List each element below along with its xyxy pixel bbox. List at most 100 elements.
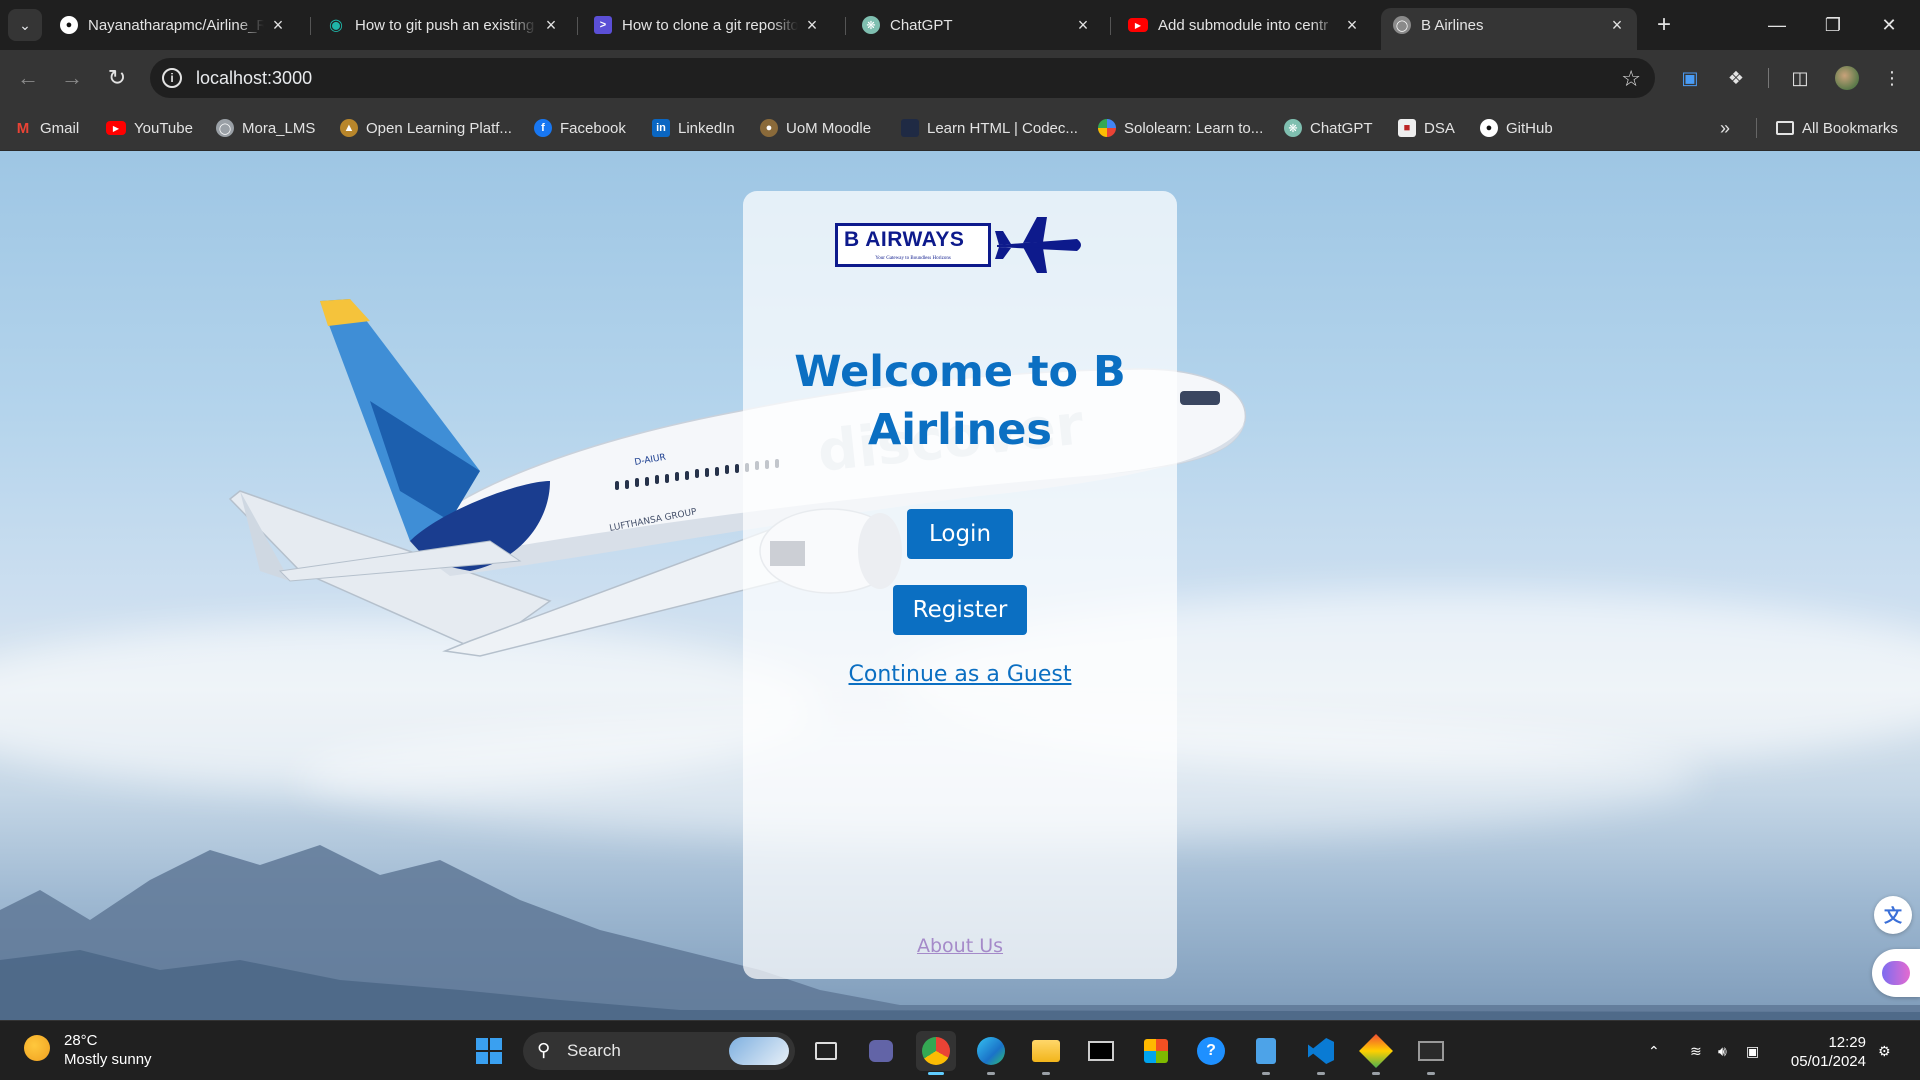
volume-icon[interactable]: 🔊︎ (1718, 1021, 1727, 1080)
taskbar-edge[interactable] (971, 1031, 1011, 1075)
tab-github-airline[interactable]: ● Nayanatharapmc/Airline_R × (48, 8, 298, 42)
minimize-icon: — (1768, 14, 1786, 35)
chevron-double-right-icon: » (1720, 117, 1731, 138)
translate-extension-button[interactable]: 文 (1874, 896, 1912, 934)
close-icon[interactable]: × (804, 15, 820, 36)
arrow-left-icon: ← (17, 65, 39, 90)
edge-icon (977, 1037, 1005, 1065)
linkedin-icon: in (652, 119, 670, 137)
taskbar-git-gui[interactable] (1356, 1031, 1396, 1075)
bookmark-github[interactable]: ● GitHub (1480, 116, 1553, 140)
close-icon[interactable]: × (270, 15, 286, 36)
running-indicator (1042, 1072, 1050, 1075)
search-icon: ⚲ (537, 1040, 551, 1060)
taskbar-vscode[interactable] (1301, 1031, 1341, 1075)
bookmark-mora-lms[interactable]: ◯ Mora_LMS (216, 116, 315, 140)
bookmark-star-icon[interactable]: ☆ (1621, 66, 1641, 92)
login-button[interactable]: Login (907, 509, 1013, 559)
task-view-button[interactable] (806, 1031, 846, 1071)
notification-bell-icon: ⚙ (1878, 1042, 1891, 1059)
register-button[interactable]: Register (893, 585, 1027, 635)
bookmark-open-learning[interactable]: ▲ Open Learning Platf... (340, 116, 512, 140)
site-info-icon[interactable]: i (162, 68, 182, 88)
clock-time: 12:29 (1828, 1034, 1866, 1051)
taskbar-teams[interactable] (861, 1031, 901, 1071)
moodle-icon: ● (760, 119, 778, 137)
bookmark-gmail[interactable]: M Gmail (14, 116, 79, 140)
restore-button[interactable]: ❐ (1810, 8, 1856, 42)
taskbar-chrome[interactable] (916, 1031, 956, 1075)
all-bookmarks-label: All Bookmarks (1802, 119, 1898, 137)
avatar (1835, 66, 1859, 90)
forward-button[interactable]: → (58, 64, 86, 92)
bookmark-facebook[interactable]: f Facebook (534, 116, 626, 140)
bookmark-dsa[interactable]: ■ DSA (1398, 116, 1455, 140)
bookmark-label: Open Learning Platf... (366, 119, 512, 137)
taskbar-file-explorer[interactable] (1026, 1031, 1066, 1075)
bookmark-label: LinkedIn (678, 119, 735, 137)
close-window-button[interactable]: ✕ (1866, 8, 1912, 42)
browser-toolbar: ← → ↻ i localhost:3000 ☆ ▣ ❖ ◫ ⋮ (0, 50, 1920, 106)
taskbar-store[interactable] (1136, 1031, 1176, 1071)
search-highlight-image (729, 1037, 789, 1065)
more-bookmarks-button[interactable]: » (1720, 116, 1730, 140)
task-view-icon (815, 1042, 837, 1060)
reload-icon: ↻ (107, 65, 127, 90)
folder-icon (1776, 121, 1794, 135)
minimize-button[interactable]: — (1754, 8, 1800, 42)
taskbar-get-help[interactable]: ? (1191, 1031, 1231, 1071)
bookmark-uom-moodle[interactable]: ● UoM Moodle (760, 116, 871, 140)
ai-assistant-extension-button[interactable] (1872, 949, 1920, 997)
bookmark-youtube[interactable]: ▶ YouTube (106, 116, 193, 140)
chatgpt-icon: ❋ (1284, 119, 1302, 137)
reload-button[interactable]: ↻ (103, 64, 131, 92)
about-us-link[interactable]: About Us (743, 935, 1177, 957)
screenshot-extension-icon[interactable]: ▣ (1678, 66, 1702, 90)
running-indicator (928, 1072, 944, 1075)
wifi-icon[interactable]: ≋ (1690, 1021, 1702, 1080)
tab-submodule[interactable]: ▶ Add submodule into centr × (1116, 8, 1372, 42)
taskbar-console[interactable] (1411, 1031, 1451, 1075)
address-bar[interactable]: i localhost:3000 ☆ (150, 58, 1655, 98)
github-icon: ● (1480, 119, 1498, 137)
new-tab-button[interactable]: + (1651, 11, 1677, 38)
extensions-icon[interactable]: ❖ (1724, 66, 1748, 90)
taskbar-terminal[interactable] (1081, 1031, 1121, 1071)
close-icon[interactable]: × (1344, 15, 1360, 36)
start-button[interactable] (469, 1031, 509, 1071)
tab-git-clone[interactable]: > How to clone a git reposito × (582, 8, 832, 42)
taskbar-notepad[interactable] (1246, 1031, 1286, 1075)
tab-title: How to git push an existing (355, 16, 535, 34)
taskbar-search[interactable]: ⚲ Search (523, 1032, 795, 1070)
back-button[interactable]: ← (14, 64, 42, 92)
bookmark-codecademy[interactable]: Learn HTML | Codec... (901, 116, 1078, 140)
close-icon[interactable]: × (543, 15, 559, 36)
close-icon[interactable]: × (1609, 15, 1625, 36)
github-icon: ● (60, 16, 78, 34)
tab-chatgpt[interactable]: ❋ ChatGPT × (850, 8, 1103, 42)
taskbar-clock[interactable]: 12:29 05/01/2024 (1791, 1033, 1866, 1071)
weather-widget[interactable]: 28°C Mostly sunny (24, 1031, 152, 1069)
tab-separator (577, 17, 578, 35)
notepad-icon (1256, 1038, 1276, 1064)
tab-search-dropdown[interactable]: ⌄ (8, 9, 42, 41)
bookmark-chatgpt[interactable]: ❋ ChatGPT (1284, 116, 1373, 140)
tab-b-airlines[interactable]: ◯ B Airlines × (1381, 8, 1637, 50)
chrome-icon (922, 1037, 950, 1065)
close-icon: ✕ (1881, 14, 1897, 35)
bookmark-sololearn[interactable]: Sololearn: Learn to... (1098, 116, 1263, 140)
battery-icon[interactable]: ▣ (1746, 1021, 1759, 1080)
profile-avatar[interactable] (1835, 66, 1859, 90)
url-text[interactable]: localhost:3000 (196, 68, 312, 89)
terminal-icon (1088, 1041, 1114, 1061)
show-hidden-icons-button[interactable]: ⌃ (1648, 1021, 1660, 1080)
tab-git-push[interactable]: ◉ How to git push an existing × (315, 8, 571, 42)
all-bookmarks-button[interactable]: All Bookmarks (1776, 116, 1898, 140)
tab-strip: ⌄ ● Nayanatharapmc/Airline_R × ◉ How to … (0, 0, 1920, 50)
side-panel-icon[interactable]: ◫ (1788, 66, 1812, 90)
continue-as-guest-link[interactable]: Continue as a Guest (743, 662, 1177, 687)
browser-menu-button[interactable]: ⋮ (1880, 66, 1904, 90)
notifications-button[interactable]: ⚙ (1878, 1021, 1891, 1080)
close-icon[interactable]: × (1075, 15, 1091, 36)
bookmark-linkedin[interactable]: in LinkedIn (652, 116, 735, 140)
